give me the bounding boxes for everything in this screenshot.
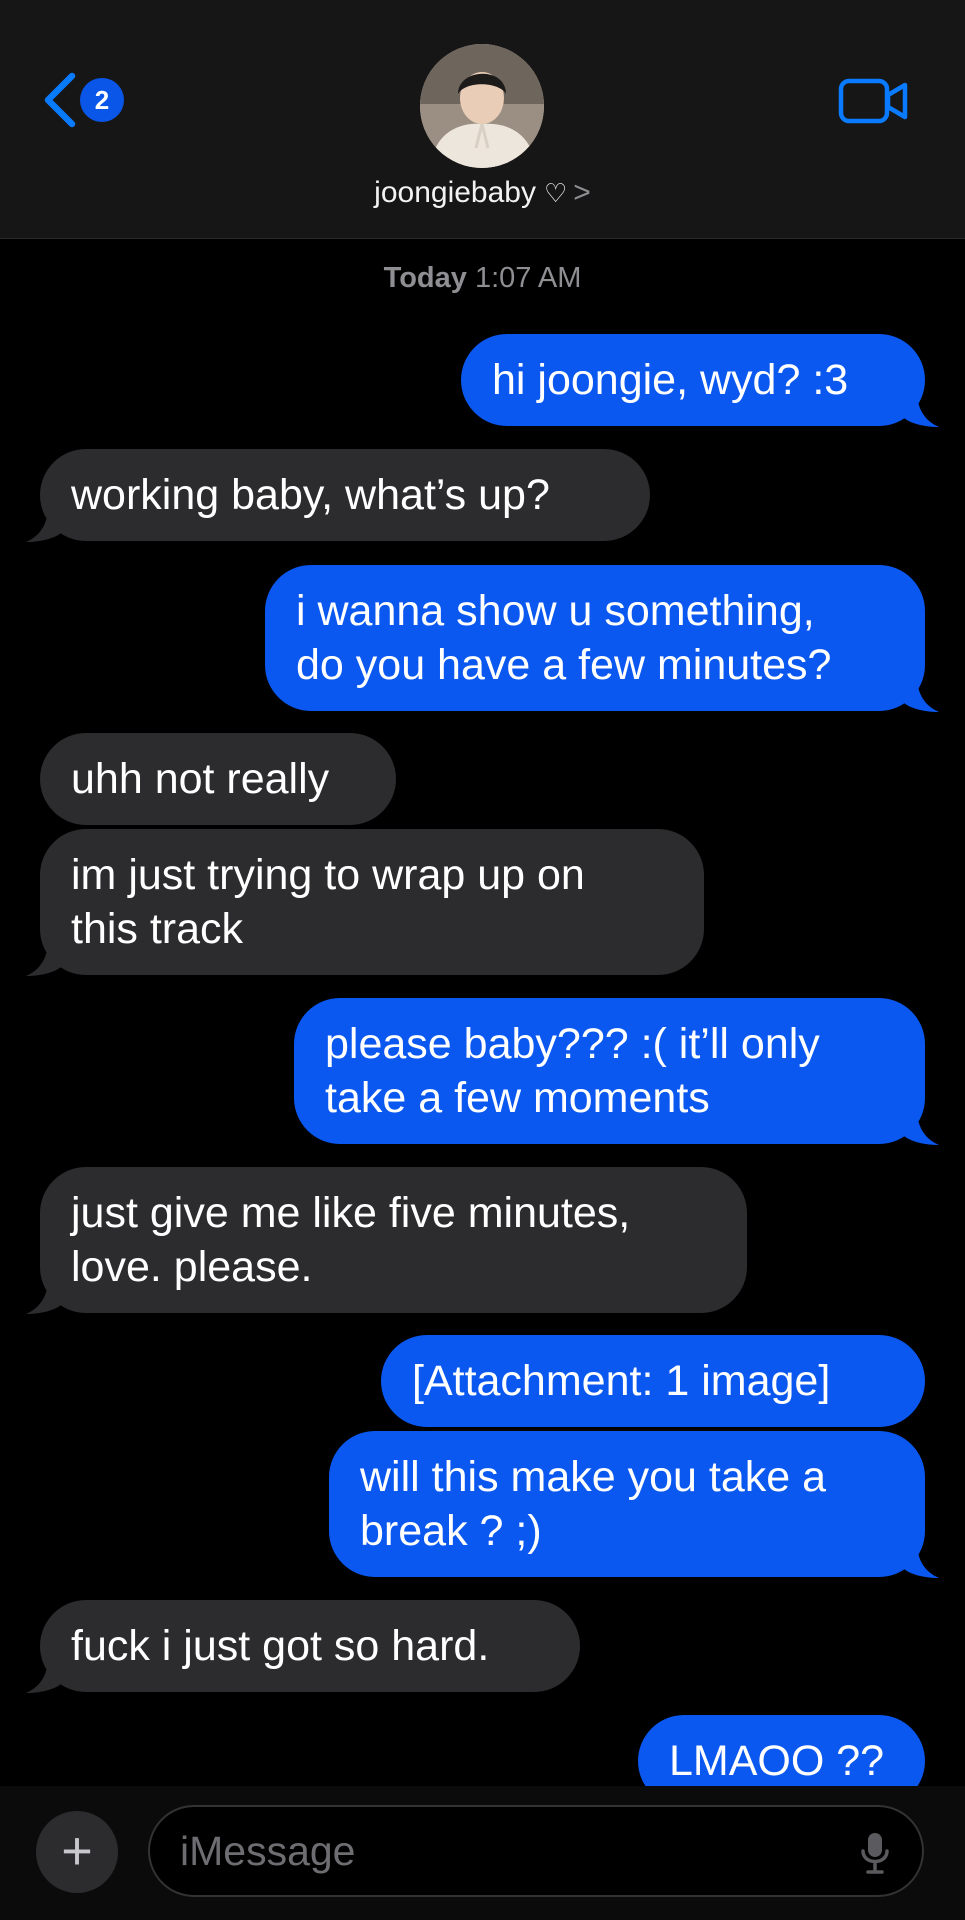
message-text-line: im just trying to wrap up on bbox=[71, 851, 585, 899]
unread-count-badge: 2 bbox=[80, 78, 124, 122]
chevron-right-icon: > bbox=[573, 176, 591, 209]
message-text-line: working baby, what’s up? bbox=[71, 471, 550, 519]
message-text-line: just give me like five minutes, bbox=[71, 1189, 631, 1237]
message-bubble-received[interactable]: just give me like five minutes, love. pl… bbox=[26, 1167, 747, 1314]
message-text-line: LMAOO ?? bbox=[669, 1737, 885, 1785]
message-bubble-sent[interactable]: [Attachment: 1 image] bbox=[381, 1335, 925, 1427]
message-text-line: fuck i just got so hard. bbox=[71, 1622, 490, 1670]
contact-avatar[interactable] bbox=[420, 44, 544, 168]
bubble-tail bbox=[26, 940, 62, 976]
message-text-line: take a few moments bbox=[325, 1074, 710, 1122]
message-bubble-sent[interactable]: i wanna show u something, do you have a … bbox=[265, 565, 939, 712]
facetime-video-button[interactable] bbox=[838, 78, 910, 124]
message-bubble-received[interactable]: fuck i just got so hard. bbox=[26, 1600, 580, 1693]
message-bubble-sent[interactable]: hi joongie, wyd? :3 bbox=[461, 334, 939, 427]
microphone-icon[interactable] bbox=[860, 1831, 890, 1875]
message-text-line: break ? ;) bbox=[360, 1507, 542, 1555]
bubble-tail bbox=[26, 506, 62, 542]
heart-icon: ♡ bbox=[543, 178, 568, 208]
conversation-timestamp: Today 1:07 AM bbox=[0, 262, 965, 295]
message-bubble-received[interactable]: working baby, what’s up? bbox=[26, 449, 650, 542]
message-bubble-received[interactable]: uhh not really bbox=[40, 733, 396, 825]
message-text-line: please baby??? :( it’ll only bbox=[325, 1020, 820, 1068]
message-text-line: uhh not really bbox=[71, 755, 330, 803]
message-compose-bar: + iMessage bbox=[0, 1786, 965, 1920]
message-bubble-sent[interactable]: please baby??? :( it’ll only take a few … bbox=[294, 998, 939, 1145]
contact-name-row[interactable]: joongiebaby ♡ > bbox=[0, 176, 965, 210]
message-bubble-received[interactable]: im just trying to wrap up on this track bbox=[26, 829, 704, 976]
message-text-line: will this make you take a bbox=[360, 1453, 827, 1501]
avatar-photo bbox=[420, 44, 544, 168]
bubble-tail bbox=[26, 1278, 62, 1314]
message-text-line: do you have a few minutes? bbox=[296, 641, 832, 689]
apps-plus-button[interactable]: + bbox=[36, 1811, 118, 1893]
bubble-tail bbox=[903, 1109, 939, 1145]
back-button[interactable]: 2 bbox=[36, 68, 126, 132]
message-text-line: love. please. bbox=[71, 1243, 313, 1291]
conversation-header: 2 joongiebaby ♡ > bbox=[0, 0, 965, 239]
message-text-line: this track bbox=[71, 905, 244, 953]
video-camera-icon bbox=[838, 78, 908, 124]
bubble-tail bbox=[903, 391, 939, 427]
timestamp-time: 1:07 AM bbox=[474, 262, 582, 294]
bubble-tail bbox=[26, 1657, 62, 1693]
message-text-line: [Attachment: 1 image] bbox=[412, 1357, 831, 1405]
bubble-tail bbox=[903, 1542, 939, 1578]
message-bubble-sent[interactable]: will this make you take a break ? ;) bbox=[329, 1431, 939, 1578]
imessage-placeholder: iMessage bbox=[180, 1828, 356, 1874]
message-text-line: hi joongie, wyd? :3 bbox=[492, 356, 849, 404]
contact-name: joongiebaby bbox=[374, 176, 536, 209]
timestamp-day: Today bbox=[383, 262, 467, 294]
imessage-input[interactable]: iMessage bbox=[148, 1805, 924, 1897]
message-text-line: i wanna show u something, bbox=[296, 587, 815, 635]
bubble-tail bbox=[903, 676, 939, 712]
chevron-left-icon bbox=[44, 72, 76, 128]
